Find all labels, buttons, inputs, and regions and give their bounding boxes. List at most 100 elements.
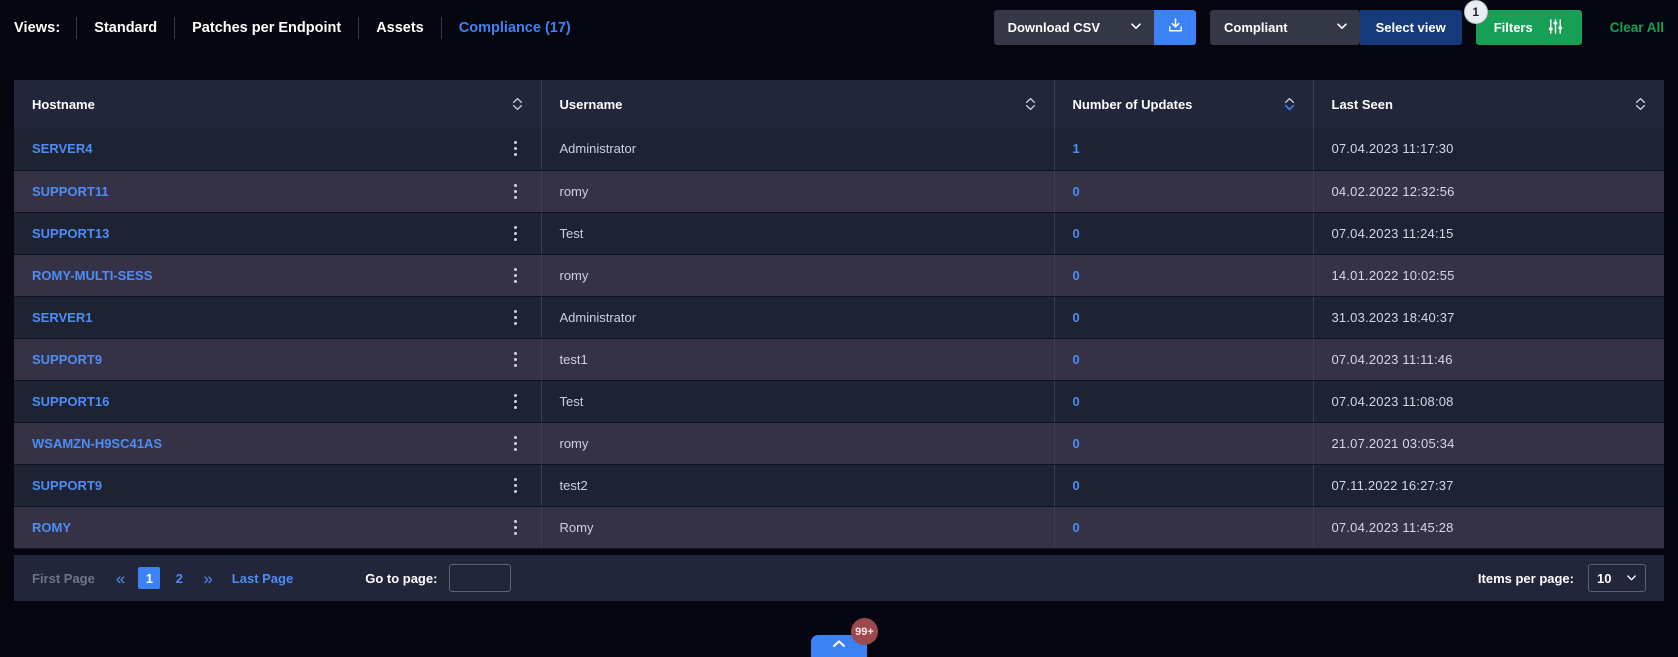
select-view-button[interactable]: Select view [1359, 10, 1462, 45]
column-label-last-seen: Last Seen [1331, 96, 1393, 112]
cell-username: Administrator [541, 128, 1055, 171]
kebab-menu-icon[interactable] [508, 432, 523, 455]
kebab-menu-icon[interactable] [508, 264, 523, 287]
filters-button[interactable]: Filters [1475, 10, 1582, 45]
table-row: ROMY-MULTI-SESS romy 0 14.01.2022 10:02:55 [14, 254, 1664, 297]
cell-last-seen: 31.03.2023 18:40:37 [1313, 296, 1664, 339]
page-number-2[interactable]: 2 [168, 567, 190, 589]
hostname-link[interactable]: WSAMZN-H9SC41AS [32, 436, 162, 451]
column-header-username[interactable]: Username [541, 80, 1055, 128]
last-page-button[interactable]: Last Page [232, 571, 293, 586]
column-header-last-seen[interactable]: Last Seen [1313, 80, 1664, 128]
cell-number-of-updates: 0 [1054, 170, 1314, 213]
updates-link[interactable]: 0 [1073, 268, 1080, 283]
hostname-link[interactable]: ROMY-MULTI-SESS [32, 268, 152, 283]
hostname-link[interactable]: SUPPORT16 [32, 394, 109, 409]
kebab-menu-icon[interactable] [508, 222, 523, 245]
cell-hostname: SUPPORT13 [14, 212, 542, 255]
table-body: SERVER4 Administrator 1 07.04.2023 11:17:30… [14, 128, 1664, 549]
last-seen-value: 07.04.2023 11:11:46 [1331, 351, 1453, 367]
chevron-down-icon [1130, 20, 1142, 35]
data-table-container: Hostname Username Number of Updates Last… [14, 80, 1664, 549]
cell-last-seen: 07.04.2023 11:11:46 [1313, 338, 1664, 381]
cell-number-of-updates: 0 [1054, 296, 1314, 339]
first-page-button[interactable]: First Page [32, 571, 95, 586]
hostname-link[interactable]: SUPPORT11 [32, 184, 109, 199]
username-value: test2 [559, 477, 588, 493]
updates-link[interactable]: 0 [1073, 184, 1080, 199]
download-tray-icon [1166, 16, 1185, 40]
pagination-bar: First Page « 1 2 » Last Page Go to page:… [14, 555, 1664, 601]
compliance-filter-select[interactable]: Compliant [1210, 10, 1360, 45]
cell-hostname: SERVER1 [14, 296, 542, 339]
cell-last-seen: 04.02.2022 12:32:56 [1313, 170, 1664, 213]
sort-username-icon[interactable] [1025, 96, 1036, 112]
cell-username: romy [541, 170, 1055, 213]
table-row: SERVER4 Administrator 1 07.04.2023 11:17:30 [14, 128, 1664, 171]
kebab-menu-icon[interactable] [508, 516, 523, 539]
updates-link[interactable]: 0 [1073, 436, 1080, 451]
page-number-1[interactable]: 1 [138, 567, 161, 589]
hostname-link[interactable]: SERVER4 [32, 141, 92, 156]
updates-link[interactable]: 0 [1073, 310, 1080, 325]
table-header-row: Hostname Username Number of Updates Last… [14, 80, 1664, 128]
view-tab-standard[interactable]: Standard [76, 16, 174, 39]
updates-link[interactable]: 0 [1073, 394, 1080, 409]
column-label-number-of-updates: Number of Updates [1072, 96, 1193, 112]
go-to-page-label: Go to page: [365, 570, 438, 586]
views-tab-group: Views: Standard Patches per Endpoint Ass… [14, 0, 588, 55]
items-per-page-select[interactable]: 10 [1588, 564, 1646, 592]
updates-link[interactable]: 0 [1073, 226, 1080, 241]
cell-hostname: SUPPORT11 [14, 170, 542, 213]
items-per-page-group: Items per page: 10 [1478, 564, 1646, 592]
table-row: WSAMZN-H9SC41AS romy 0 21.07.2021 03:05:34 [14, 422, 1664, 465]
view-tab-compliance[interactable]: Compliance (17) [440, 16, 588, 39]
views-label: Views: [14, 19, 61, 36]
updates-link[interactable]: 1 [1073, 141, 1080, 156]
compliance-table: Hostname Username Number of Updates Last… [14, 80, 1664, 549]
sort-last-seen-icon[interactable] [1635, 96, 1646, 112]
hostname-link[interactable]: SUPPORT9 [32, 352, 102, 367]
updates-link[interactable]: 0 [1073, 352, 1080, 367]
username-value: Test [559, 393, 584, 409]
download-csv-dropdown[interactable]: Download CSV [993, 10, 1155, 45]
kebab-menu-icon[interactable] [508, 306, 523, 329]
hostname-link[interactable]: ROMY [32, 520, 71, 535]
kebab-menu-icon[interactable] [508, 348, 523, 371]
updates-link[interactable]: 0 [1073, 478, 1080, 493]
chevron-up-icon [831, 637, 847, 655]
view-tab-patches-per-endpoint[interactable]: Patches per Endpoint [174, 16, 358, 39]
view-tab-assets[interactable]: Assets [358, 16, 441, 39]
cell-last-seen: 21.07.2021 03:05:34 [1313, 422, 1664, 465]
go-to-page-input[interactable] [449, 564, 512, 592]
column-header-number-of-updates[interactable]: Number of Updates [1054, 80, 1314, 128]
kebab-menu-icon[interactable] [508, 390, 523, 413]
cell-username: Administrator [541, 296, 1055, 339]
hostname-link[interactable]: SUPPORT9 [32, 478, 102, 493]
download-csv-label: Download CSV [1007, 20, 1101, 35]
username-value: romy [559, 183, 589, 199]
chevron-down-icon [1336, 20, 1348, 35]
cell-username: Romy [541, 506, 1055, 549]
double-chevron-left-icon[interactable]: « [116, 570, 125, 587]
sort-number-of-updates-icon[interactable] [1284, 96, 1295, 112]
kebab-menu-icon[interactable] [508, 474, 523, 497]
double-chevron-right-icon[interactable]: » [203, 570, 212, 587]
column-header-hostname[interactable]: Hostname [14, 80, 542, 128]
sort-hostname-icon[interactable] [512, 96, 523, 112]
top-toolbar: Views: Standard Patches per Endpoint Ass… [0, 0, 1678, 55]
username-value: romy [559, 267, 589, 283]
download-button[interactable] [1154, 10, 1197, 45]
clear-all-button[interactable]: Clear All [1610, 20, 1664, 35]
cell-number-of-updates: 0 [1054, 338, 1314, 381]
cell-last-seen: 07.11.2022 16:27:37 [1313, 464, 1664, 507]
hostname-link[interactable]: SUPPORT13 [32, 226, 109, 241]
cell-last-seen: 07.04.2023 11:17:30 [1313, 128, 1664, 171]
cell-last-seen: 07.04.2023 11:24:15 [1313, 212, 1664, 255]
kebab-menu-icon[interactable] [508, 180, 523, 203]
table-row: SUPPORT11 romy 0 04.02.2022 12:32:56 [14, 170, 1664, 213]
updates-link[interactable]: 0 [1073, 520, 1080, 535]
cell-hostname: SUPPORT16 [14, 380, 542, 423]
kebab-menu-icon[interactable] [508, 137, 523, 160]
hostname-link[interactable]: SERVER1 [32, 310, 92, 325]
